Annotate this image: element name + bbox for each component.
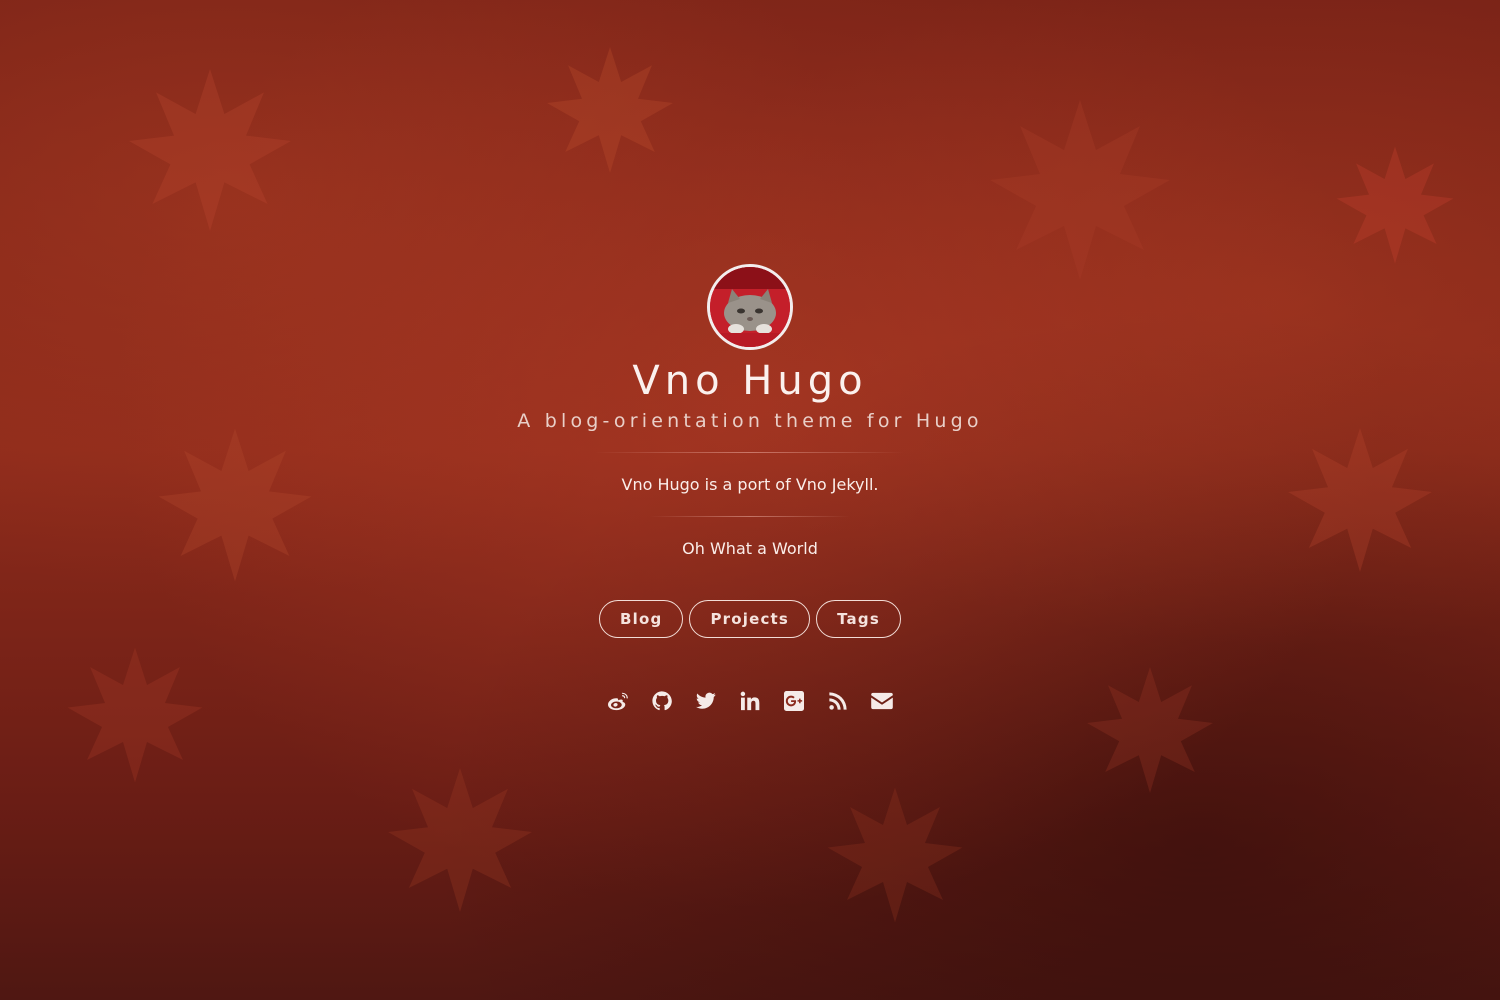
nav-tags-button[interactable]: Tags <box>816 600 901 638</box>
nav-projects-button[interactable]: Projects <box>689 600 811 638</box>
google-plus-icon[interactable] <box>783 690 805 712</box>
site-description: Vno Hugo is a port of Vno Jekyll. <box>621 475 879 494</box>
maple-leaf-decoration <box>990 100 1170 280</box>
site-subtitle: A blog-orientation theme for Hugo <box>517 410 983 432</box>
maple-leaf-decoration <box>827 787 963 923</box>
divider <box>595 452 905 453</box>
github-icon[interactable] <box>651 690 673 712</box>
social-links <box>607 690 893 712</box>
kitten-avatar-icon <box>710 267 790 347</box>
email-icon[interactable] <box>871 690 893 712</box>
hero: Vno Hugo A blog-orientation theme for Hu… <box>0 264 1500 712</box>
site-tagline: Oh What a World <box>682 539 818 558</box>
nav-blog-button[interactable]: Blog <box>599 600 684 638</box>
linkedin-icon[interactable] <box>739 690 761 712</box>
maple-leaf-decoration <box>388 768 532 912</box>
divider <box>650 516 850 517</box>
maple-leaf-decoration <box>129 69 291 231</box>
weibo-icon[interactable] <box>607 690 629 712</box>
maple-leaf-decoration <box>547 47 673 173</box>
site-title: Vno Hugo <box>632 358 868 404</box>
maple-leaf-decoration <box>1336 146 1454 264</box>
avatar[interactable] <box>707 264 793 350</box>
rss-icon[interactable] <box>827 690 849 712</box>
twitter-icon[interactable] <box>695 690 717 712</box>
main-nav: Blog Projects Tags <box>599 600 901 638</box>
